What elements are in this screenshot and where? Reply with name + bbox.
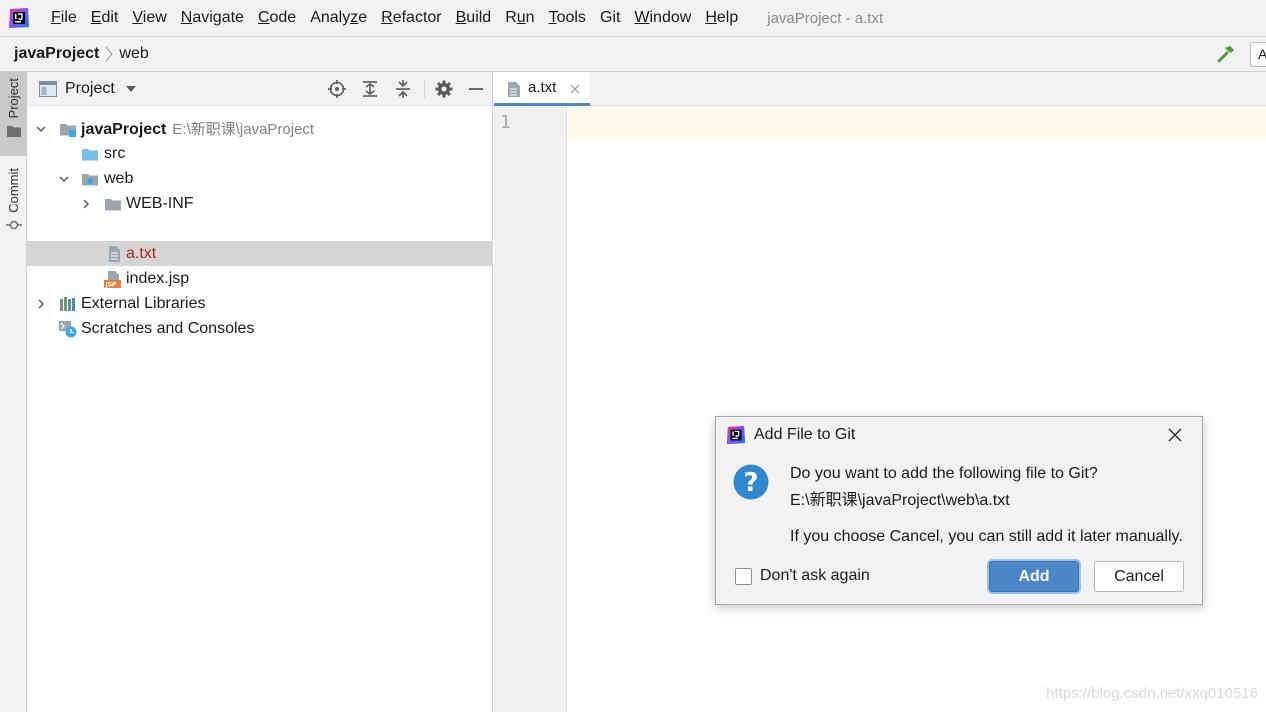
add-file-to-git-dialog: Add File to Git ? Do you want to add the… (715, 416, 1203, 605)
dropdown-arrow-icon[interactable] (125, 85, 137, 93)
line-number: 1 (500, 112, 511, 133)
build-hammer-icon[interactable] (1216, 44, 1236, 64)
menu-edit[interactable]: Edit (84, 0, 126, 36)
close-tab-icon[interactable] (570, 84, 580, 94)
question-icon: ? (733, 464, 769, 500)
tree-row-src[interactable]: src (27, 141, 493, 166)
run-configuration-selector[interactable]: A (1250, 42, 1266, 67)
tree-row-index-jsp[interactable]: JSP index.jsp (27, 266, 493, 291)
navigation-bar: javaProject web A (0, 36, 1266, 72)
tree-label-external-libraries: External Libraries (81, 294, 206, 312)
breadcrumb-web[interactable]: web (119, 45, 148, 63)
module-folder-icon (60, 123, 76, 137)
commit-tool-tab[interactable]: Commit (0, 168, 27, 246)
dialog-file-path: E:\新职课\javaProject\web\a.txt (790, 492, 1010, 509)
menu-analyze[interactable]: Analyze (303, 0, 374, 36)
intellij-logo-icon (8, 7, 30, 29)
intellij-logo-icon (726, 425, 746, 445)
tree-label-scratches: Scratches and Consoles (81, 319, 255, 337)
menu-code[interactable]: Code (251, 0, 303, 36)
project-view-selector[interactable]: Project (65, 80, 115, 98)
commit-tool-label: Commit (6, 168, 21, 213)
project-panel-header: Project (27, 72, 492, 106)
menu-view[interactable]: View (125, 0, 173, 36)
text-file-icon (109, 245, 120, 262)
chevron-down-icon[interactable] (58, 173, 70, 185)
tree-label-web: web (104, 169, 134, 187)
tree-label-src: src (104, 144, 126, 162)
left-tool-strip: Project Commit (0, 72, 27, 712)
menu-help[interactable]: Help (698, 0, 745, 36)
current-line-highlight[interactable] (567, 106, 1266, 139)
dialog-hint: If you choose Cancel, you can still add … (790, 528, 1183, 545)
menu-tools[interactable]: Tools (542, 0, 593, 36)
dialog-title: Add File to Git (754, 426, 856, 443)
close-icon[interactable] (1166, 426, 1184, 444)
cancel-button[interactable]: Cancel (1094, 561, 1184, 592)
watermark: https://blog.csdn.net/xxq010516 (1046, 685, 1258, 702)
locate-file-icon[interactable] (327, 79, 347, 99)
editor-tab-label: a.txt (528, 79, 557, 96)
tree-row-scratches[interactable]: Scratches and Consoles (27, 316, 493, 341)
expand-all-icon[interactable] (360, 79, 380, 99)
dont-ask-again-label[interactable]: Don't ask again (760, 567, 870, 585)
tree-row-web[interactable]: web (27, 166, 493, 191)
tree-row-web-inf[interactable]: WEB-INF (27, 191, 493, 216)
web-folder-icon (82, 173, 98, 185)
chevron-right-icon[interactable] (80, 198, 92, 210)
editor-gutter: 1 (494, 106, 567, 712)
editor-tab-bar: a.txt (494, 72, 1266, 106)
project-tool-tab[interactable]: Project (0, 72, 27, 156)
project-window-icon (39, 80, 57, 97)
folder-icon (105, 198, 121, 210)
window-title: javaProject - a.txt (767, 9, 884, 27)
tree-row-javaproject[interactable]: javaProject E:\新职课\javaProject (27, 116, 493, 141)
menu-git[interactable]: Git (593, 0, 627, 36)
menu-refactor[interactable]: Refactor (374, 0, 448, 36)
text-file-icon (508, 82, 520, 97)
tree-label-index-jsp: index.jsp (126, 269, 190, 287)
project-panel: Project javaProject E:\新职课\javaProject sr… (27, 72, 493, 712)
chevron-right-icon[interactable] (35, 298, 47, 310)
jsp-file-icon: JSP (104, 270, 121, 288)
source-folder-icon (82, 148, 98, 160)
dont-ask-again-checkbox[interactable] (735, 568, 752, 585)
editor-area: a.txt 1 (494, 72, 1266, 712)
tree-row-a-txt[interactable]: a.txt (27, 241, 493, 266)
gear-icon[interactable] (434, 79, 454, 99)
svg-text:?: ? (743, 468, 758, 498)
tree-label-web-inf: WEB-INF (126, 194, 194, 212)
breadcrumb-separator-icon (106, 46, 114, 62)
menu-run[interactable]: Run (498, 0, 541, 36)
svg-text:JSP: JSP (105, 281, 118, 288)
menu-build[interactable]: Build (449, 0, 499, 36)
libraries-icon (60, 296, 75, 311)
menu-bar: File Edit View Navigate Code Analyze Refactor B… (0, 0, 1266, 36)
dialog-question: Do you want to add the following file to… (790, 465, 1098, 482)
tree-label-a-txt: a.txt (126, 244, 157, 262)
menu-file[interactable]: File (44, 0, 84, 36)
menu-navigate[interactable]: Navigate (174, 0, 251, 36)
collapse-all-icon[interactable] (393, 79, 413, 99)
folder-icon (6, 126, 21, 138)
hide-panel-icon[interactable] (466, 79, 486, 99)
editor-tab-a-txt[interactable]: a.txt (494, 72, 590, 106)
scratches-icon (59, 320, 77, 337)
tree-row-external-libraries[interactable]: External Libraries (27, 291, 493, 316)
project-tool-label: Project (6, 78, 21, 119)
breadcrumb-project[interactable]: javaProject (14, 45, 99, 63)
menu-window[interactable]: Window (627, 0, 698, 36)
tree-path-javaproject: E:\新职课\javaProject (172, 121, 315, 138)
ide-window: File Edit View Navigate Code Analyze Refactor B… (0, 0, 1266, 712)
header-divider (424, 80, 425, 98)
add-button[interactable]: Add (989, 561, 1079, 592)
tree-label-javaproject: javaProject (81, 121, 167, 138)
commit-icon (5, 220, 22, 230)
chevron-down-icon[interactable] (35, 123, 47, 135)
